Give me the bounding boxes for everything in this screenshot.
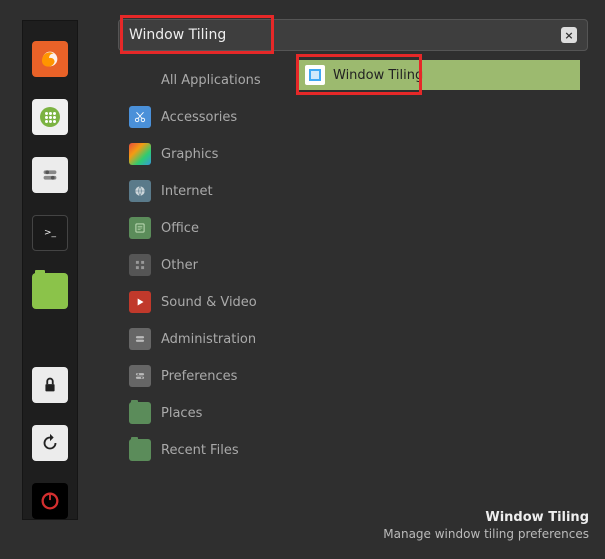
- lock-icon[interactable]: [32, 367, 68, 403]
- category-list: All Applications Accessories Graphics In…: [125, 66, 285, 464]
- launcher-panel: >_: [22, 20, 78, 520]
- folder-icon: [129, 402, 151, 424]
- search-result-window-tiling[interactable]: Window Tiling: [297, 60, 580, 90]
- category-accessories[interactable]: Accessories: [125, 103, 285, 131]
- category-office[interactable]: Office: [125, 214, 285, 242]
- preferences-icon: [129, 365, 151, 387]
- folder-icon: [129, 439, 151, 461]
- category-label: Preferences: [161, 369, 237, 384]
- category-label: Graphics: [161, 147, 218, 162]
- clear-search-icon[interactable]: ×: [561, 27, 577, 43]
- tooltip-description: Manage window tiling preferences: [383, 527, 589, 541]
- category-label: Recent Files: [161, 443, 239, 458]
- power-icon[interactable]: [32, 483, 68, 519]
- search-text: Window Tiling: [129, 27, 226, 43]
- admin-icon: [129, 328, 151, 350]
- spacer-icon: [129, 69, 151, 91]
- category-label: Administration: [161, 332, 256, 347]
- files-icon[interactable]: [32, 273, 68, 309]
- category-label: Sound & Video: [161, 295, 257, 310]
- restart-icon[interactable]: [32, 425, 68, 461]
- category-graphics[interactable]: Graphics: [125, 140, 285, 168]
- settings-icon[interactable]: [32, 157, 68, 193]
- globe-icon: [129, 180, 151, 202]
- category-preferences[interactable]: Preferences: [125, 362, 285, 390]
- category-sound-video[interactable]: Sound & Video: [125, 288, 285, 316]
- scissors-icon: [129, 106, 151, 128]
- office-icon: [129, 217, 151, 239]
- category-places[interactable]: Places: [125, 399, 285, 427]
- category-label: Other: [161, 258, 198, 273]
- category-other[interactable]: Other: [125, 251, 285, 279]
- category-internet[interactable]: Internet: [125, 177, 285, 205]
- apps-icon[interactable]: [32, 99, 68, 135]
- result-label: Window Tiling: [333, 68, 423, 83]
- category-label: Internet: [161, 184, 213, 199]
- grid-icon: [129, 254, 151, 276]
- window-tiling-icon: [305, 65, 325, 85]
- tooltip-title: Window Tiling: [383, 510, 589, 525]
- category-label: Office: [161, 221, 199, 236]
- search-input[interactable]: Window Tiling ×: [118, 19, 588, 51]
- category-label: Accessories: [161, 110, 237, 125]
- category-administration[interactable]: Administration: [125, 325, 285, 353]
- play-icon: [129, 291, 151, 313]
- category-recent-files[interactable]: Recent Files: [125, 436, 285, 464]
- category-all-applications[interactable]: All Applications: [125, 66, 285, 94]
- category-label: All Applications: [161, 73, 261, 88]
- terminal-icon[interactable]: >_: [32, 215, 68, 251]
- graphics-icon: [129, 143, 151, 165]
- category-label: Places: [161, 406, 202, 421]
- firefox-icon[interactable]: [32, 41, 68, 77]
- tooltip: Window Tiling Manage window tiling prefe…: [383, 510, 589, 541]
